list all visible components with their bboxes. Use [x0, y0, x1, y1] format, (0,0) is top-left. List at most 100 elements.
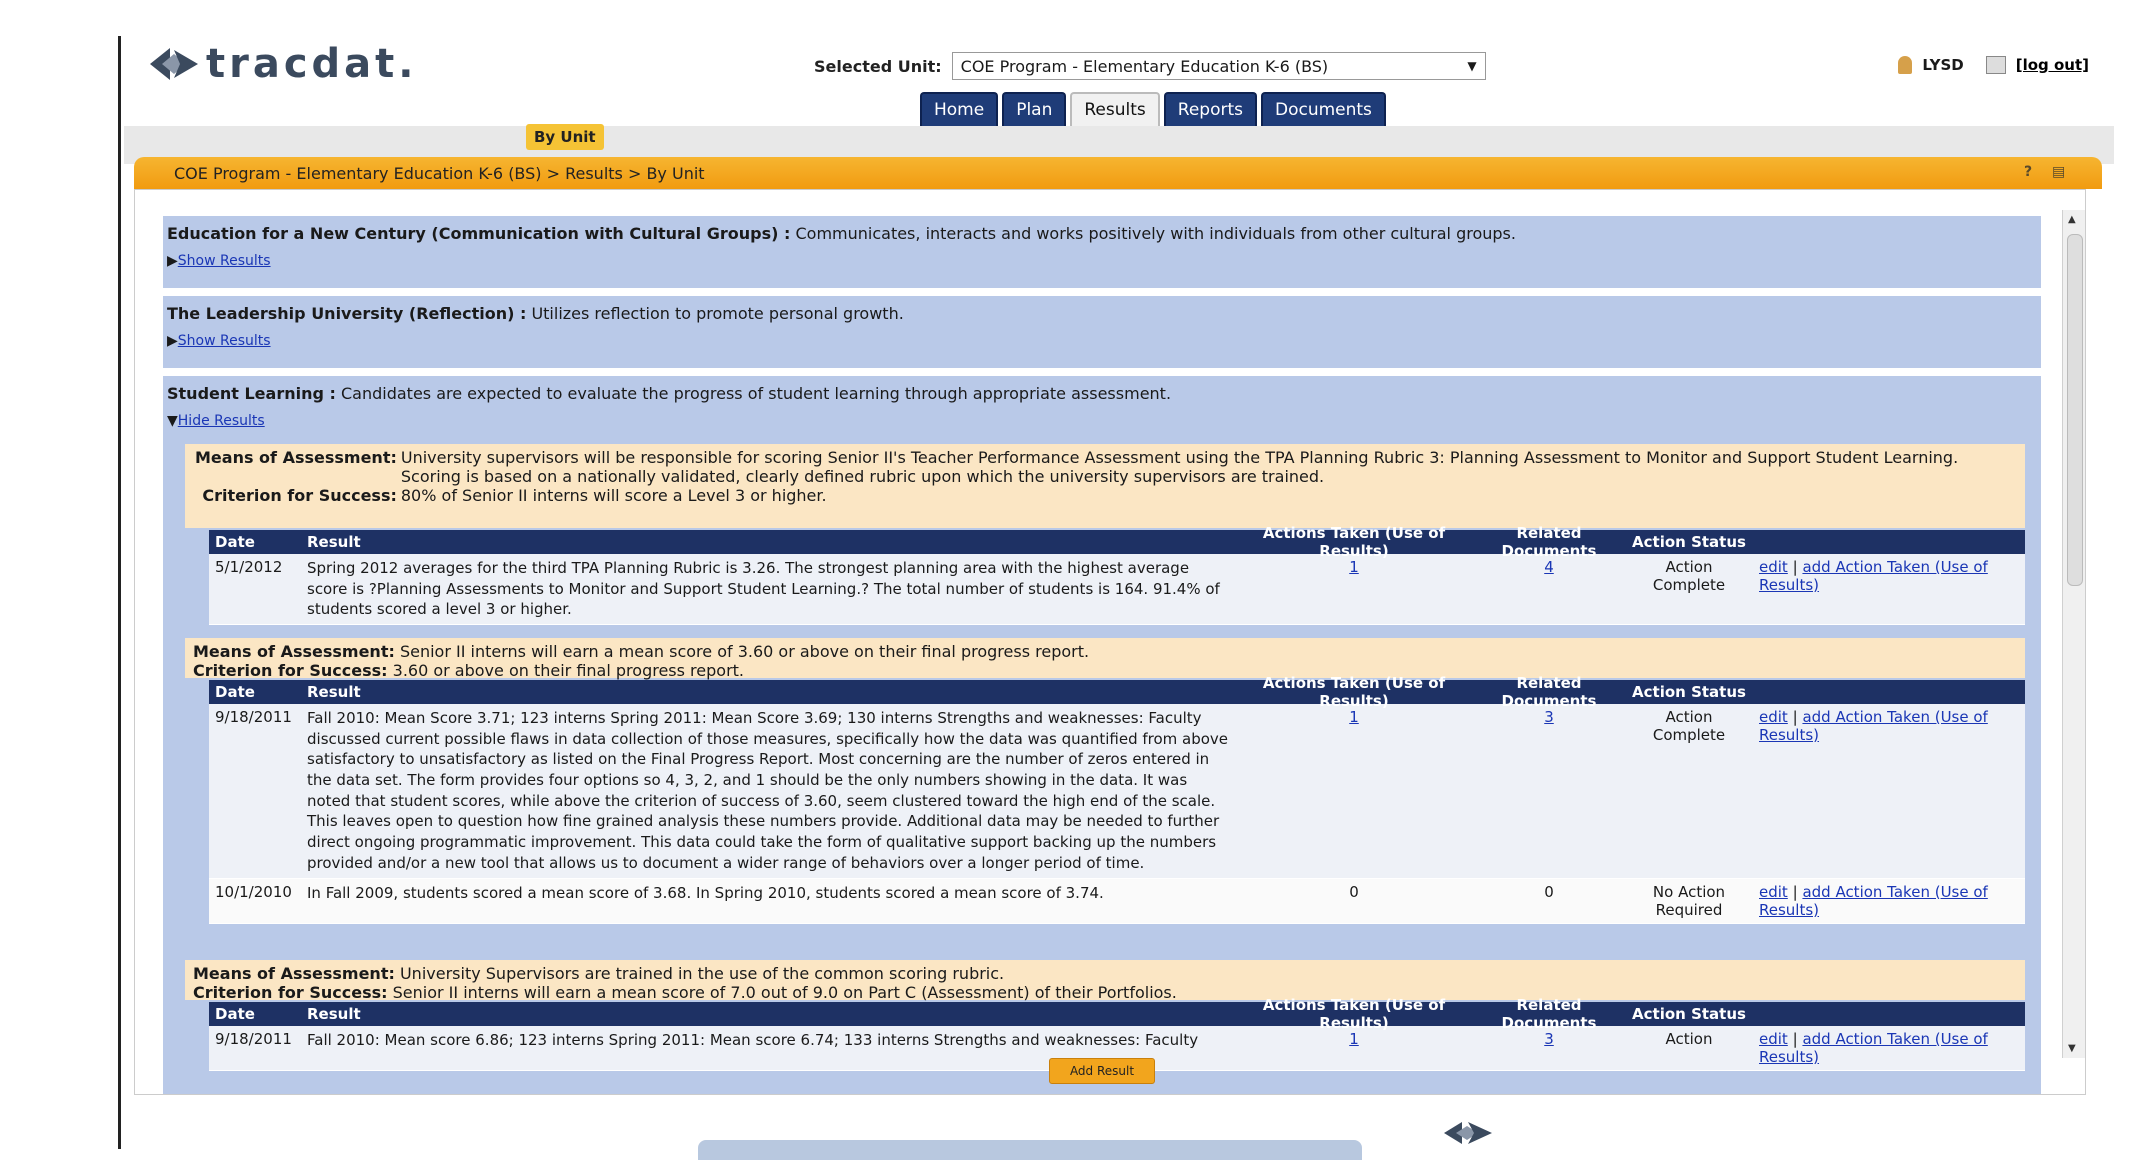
docs-count: 0: [1544, 882, 1554, 901]
row-result: Spring 2012 averages for the third TPA P…: [307, 559, 1220, 619]
docs-count-link[interactable]: 4: [1544, 558, 1554, 576]
col-result: Result: [307, 682, 361, 701]
criterion-text: Senior II interns will earn a mean score…: [392, 983, 1177, 1002]
col-date: Date: [215, 533, 255, 551]
user-icon: [1898, 56, 1913, 74]
criterion-text: 80% of Senior II interns will score a Le…: [400, 486, 827, 505]
table-row: 5/1/2012 Spring 2012 averages for the th…: [209, 554, 2025, 626]
criterion-text: 3.60 or above on their final progress re…: [392, 661, 744, 680]
means-text: University Supervisors are trained in th…: [399, 964, 1005, 983]
table-row: 9/18/2011 Fall 2010: Mean Score 3.71; 12…: [209, 704, 2025, 879]
means-of-assessment: Means of Assessment: University Supervis…: [185, 960, 2025, 1002]
selected-unit-label: Selected Unit:: [814, 56, 942, 76]
show-results-toggle[interactable]: ▶Show Results: [167, 253, 2037, 269]
scroll-down-icon[interactable]: ▼: [2068, 1043, 2076, 1054]
col-actions: Actions Taken (Use of Results): [1262, 674, 1446, 710]
vertical-scrollbar[interactable]: ▲ ▼: [2062, 210, 2085, 1058]
table-row: 10/1/2010 In Fall 2009, students scored …: [209, 878, 2025, 924]
criterion-label: Criterion for Success:: [202, 486, 397, 505]
col-docs: Related Documents: [1501, 996, 1597, 1032]
scroll-up-icon[interactable]: ▲: [2068, 214, 2076, 225]
table-header: Date Result Actions Taken (Use of Result…: [209, 524, 2025, 560]
col-actions: Actions Taken (Use of Results): [1262, 996, 1446, 1032]
row-status: Action: [1665, 1030, 1713, 1048]
hide-results-toggle[interactable]: ▼Hide Results: [167, 413, 2037, 429]
show-results-toggle[interactable]: ▶Show Results: [167, 333, 2037, 349]
logo-text: tracdat.: [206, 41, 418, 87]
content-panel: Education for a New Century (Communicati…: [134, 189, 2086, 1095]
docs-count-link[interactable]: 3: [1544, 708, 1554, 726]
actions-count-link[interactable]: 1: [1349, 1030, 1359, 1048]
actions-count-link[interactable]: 1: [1349, 558, 1359, 576]
outcome-block: Education for a New Century (Communicati…: [163, 216, 2041, 288]
row-date: 9/18/2011: [215, 1030, 292, 1048]
tab-reports[interactable]: Reports: [1163, 92, 1257, 126]
logout-icon[interactable]: [1985, 56, 2006, 74]
diamond-logo-icon: [148, 42, 200, 86]
means-label: Means of Assessment:: [193, 642, 395, 661]
unit-dropdown-value: COE Program - Elementary Education K-6 (…: [960, 56, 1329, 76]
row-result: Fall 2010: Mean Score 3.71; 123 interns …: [307, 709, 1229, 872]
row-date: 9/18/2011: [215, 708, 292, 726]
edit-link[interactable]: edit: [1759, 558, 1788, 576]
col-actions: Actions Taken (Use of Results): [1262, 524, 1446, 560]
col-date: Date: [215, 1005, 255, 1023]
tab-documents[interactable]: Documents: [1260, 92, 1386, 126]
outcome-title: The Leadership University (Reflection) :…: [167, 304, 904, 323]
add-result-button[interactable]: Add Result: [1049, 1058, 1155, 1084]
footer-diamond-icon: [1440, 1118, 1494, 1152]
row-date: 10/1/2010: [215, 882, 292, 901]
scroll-thumb[interactable]: [2067, 234, 2083, 586]
row-status: Action Complete: [1652, 558, 1726, 594]
table-header: Date Result Actions Taken (Use of Result…: [209, 996, 2025, 1032]
help-icon[interactable]: ?: [2024, 164, 2046, 182]
edit-link[interactable]: edit: [1759, 1030, 1788, 1048]
user-area: LYSD [log out]: [1898, 56, 2089, 74]
edit-link[interactable]: edit: [1759, 708, 1788, 726]
outcome-block: The Leadership University (Reflection) :…: [163, 296, 2041, 368]
criterion-label: Criterion for Success:: [193, 983, 388, 1002]
col-docs: Related Documents: [1501, 674, 1597, 710]
edit-link[interactable]: edit: [1759, 883, 1788, 901]
col-status: Action Status: [1632, 533, 1746, 551]
breadcrumb-tools: ? ▤: [2024, 164, 2074, 182]
logout-link[interactable]: [log out]: [2016, 56, 2089, 74]
show-results-link[interactable]: Show Results: [178, 333, 271, 349]
user-name: LYSD: [1922, 56, 1964, 74]
unit-dropdown[interactable]: COE Program - Elementary Education K-6 (…: [951, 52, 1486, 80]
row-date: 5/1/2012: [215, 558, 283, 576]
col-docs: Related Documents: [1501, 524, 1597, 560]
row-status: No Action Required: [1652, 882, 1726, 919]
subtab-by-unit[interactable]: By Unit: [526, 124, 604, 150]
show-results-link[interactable]: Show Results: [178, 253, 271, 269]
means-label: Means of Assessment:: [193, 964, 395, 983]
breadcrumb-bar: COE Program - Elementary Education K-6 (…: [134, 157, 2102, 189]
tracdat-logo[interactable]: tracdat.: [148, 41, 418, 87]
means-text: University supervisors will be responsib…: [400, 448, 1959, 486]
print-icon[interactable]: ▤: [2052, 164, 2074, 182]
actions-count-link[interactable]: 1: [1349, 708, 1359, 726]
criterion-label: Criterion for Success:: [193, 661, 388, 680]
outcome-title: Education for a New Century (Communicati…: [167, 224, 1516, 243]
main-tabs: Home Plan Results Reports Documents: [920, 92, 1386, 126]
results-table: Date Result Actions Taken (Use of Result…: [209, 524, 2025, 626]
col-status: Action Status: [1632, 1005, 1746, 1023]
hide-results-link[interactable]: Hide Results: [178, 413, 265, 429]
actions-count: 0: [1349, 882, 1359, 901]
results-table: Date Result Actions Taken (Use of Result…: [209, 674, 2025, 924]
tab-plan[interactable]: Plan: [1002, 92, 1067, 126]
outcome-title: Student Learning : Candidates are expect…: [167, 384, 1172, 403]
tab-results[interactable]: Results: [1070, 92, 1160, 126]
docs-count-link[interactable]: 3: [1544, 1030, 1554, 1048]
tab-home[interactable]: Home: [920, 92, 999, 126]
means-label: Means of Assessment:: [195, 448, 397, 467]
left-border: [118, 36, 121, 1149]
means-text: Senior II interns will earn a mean score…: [399, 642, 1090, 661]
table-header: Date Result Actions Taken (Use of Result…: [209, 674, 2025, 710]
footer-bar: [698, 1140, 1362, 1160]
col-date: Date: [215, 683, 255, 701]
breadcrumb: COE Program - Elementary Education K-6 (…: [174, 163, 705, 183]
row-status: Action Complete: [1652, 708, 1726, 744]
col-result: Result: [307, 532, 361, 551]
col-status: Action Status: [1632, 683, 1746, 701]
